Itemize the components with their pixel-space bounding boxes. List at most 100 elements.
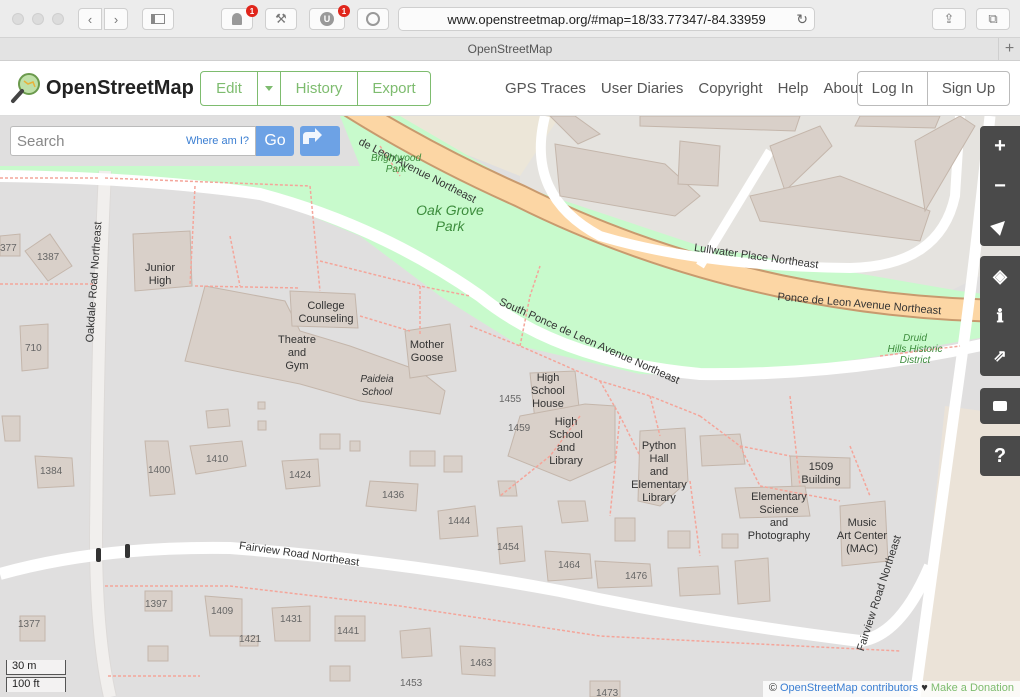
close-window-button[interactable]: [12, 13, 24, 25]
history-button[interactable]: History: [281, 72, 358, 105]
park-label-line: Oak Grove: [416, 202, 484, 218]
minimize-window-button[interactable]: [32, 13, 44, 25]
building-label: 1509 Building: [792, 461, 850, 487]
house-number: 1436: [382, 490, 405, 501]
house-number: 1454: [497, 542, 520, 553]
zoom-out-button[interactable]: −: [980, 166, 1020, 206]
browser-titlebar: ‹ › 1 ⚒ U 1 www.openstreetmap.org/#map=1…: [0, 0, 1020, 38]
map-labels: de Leon Avenue Northeast Ponce de Leon A…: [0, 116, 1020, 697]
house-number: 1409: [211, 606, 234, 617]
contributors-link[interactable]: OpenStreetMap contributors: [780, 682, 918, 694]
share-button[interactable]: ⇪: [932, 8, 966, 30]
edit-button-group: Edit History Export: [200, 71, 431, 106]
building-label: Python Hall and Elementary Library: [627, 440, 691, 505]
house-number: 1377: [18, 619, 41, 630]
district-label-line: Hills Historic: [887, 344, 943, 355]
caret-down-icon: [265, 86, 273, 91]
house-number: 1455: [499, 394, 522, 405]
extension-ublock-button[interactable]: U 1: [309, 5, 350, 30]
ghost-icon: [232, 13, 242, 25]
extension-info-button[interactable]: [357, 8, 389, 30]
export-button[interactable]: Export: [358, 72, 430, 105]
building-label-line: Python: [641, 440, 677, 452]
login-button[interactable]: Log In: [858, 72, 928, 105]
sidebar-toggle-button[interactable]: [142, 8, 174, 30]
edit-button[interactable]: Edit: [201, 72, 258, 105]
nav-gps-traces[interactable]: GPS Traces: [505, 80, 586, 97]
search-go-button[interactable]: Go: [256, 126, 294, 156]
house-number: 377: [0, 243, 17, 254]
building-label: Music Art Center (MAC): [830, 517, 894, 556]
building-label-line: Library: [642, 492, 676, 504]
edit-dropdown-button[interactable]: [258, 72, 281, 105]
url-text: www.openstreetmap.org/#map=18/33.77347/-…: [447, 11, 766, 27]
building-label: High School House: [525, 372, 571, 411]
building-label: Mother Goose: [402, 339, 452, 365]
map-canvas[interactable]: de Leon Avenue Northeast Ponce de Leon A…: [0, 116, 1020, 697]
street-label: Lullwater Place Northeast: [693, 242, 820, 272]
house-number: 1473: [596, 688, 619, 697]
building-label-line: Junior: [145, 262, 175, 274]
query-features-button[interactable]: ?: [980, 436, 1020, 476]
building-label-line: Science: [759, 504, 799, 516]
site-logo[interactable]: OpenStreetMap: [10, 72, 194, 104]
building-label-line: Library: [549, 455, 583, 467]
plus-icon: +: [1004, 40, 1015, 57]
layers-button[interactable]: ◈: [980, 256, 1020, 296]
add-note-button[interactable]: [980, 388, 1020, 424]
building-label-line: High: [536, 372, 560, 384]
building-label: Junior High: [135, 262, 185, 288]
building-label: Theatre and Gym: [272, 334, 322, 373]
building-label: College Counseling: [290, 300, 362, 326]
house-number: 1453: [400, 678, 423, 689]
park-label-line: Park: [435, 218, 465, 234]
extension-tools-button[interactable]: ⚒: [265, 8, 297, 30]
park-label-line: Park: [385, 164, 407, 175]
reload-icon[interactable]: ↻: [796, 11, 808, 28]
house-number: 1463: [470, 658, 493, 669]
nav-help[interactable]: Help: [778, 80, 809, 97]
ublock-icon: U: [320, 12, 334, 26]
signup-button[interactable]: Sign Up: [928, 72, 1009, 105]
forward-button[interactable]: ›: [104, 8, 128, 30]
house-number: 1444: [448, 516, 471, 527]
map-key-button[interactable]: ℹ: [980, 296, 1020, 336]
zoom-window-button[interactable]: [52, 13, 64, 25]
address-bar[interactable]: www.openstreetmap.org/#map=18/33.77347/-…: [398, 7, 815, 31]
park-label: Oak Grove Park: [410, 202, 490, 234]
share-map-button[interactable]: ⇗: [980, 336, 1020, 376]
back-button[interactable]: ‹: [78, 8, 102, 30]
house-number: 1384: [40, 466, 63, 477]
scale-imperial: 100 ft: [6, 677, 66, 692]
house-number: 1421: [239, 634, 262, 645]
donate-link[interactable]: Make a Donation: [931, 682, 1014, 694]
house-number: 1441: [337, 626, 360, 637]
nav-user-diaries[interactable]: User Diaries: [601, 80, 684, 97]
chevron-left-icon: ‹: [87, 11, 93, 27]
tabs-overview-button[interactable]: ⧉: [976, 8, 1010, 30]
street-label: Fairview Road Northeast: [238, 540, 360, 569]
extension-ghostery-button[interactable]: 1: [221, 5, 258, 30]
tabs-icon: ⧉: [988, 11, 998, 26]
building-label-line: Hall: [649, 453, 669, 465]
building-label-line: and: [649, 466, 669, 478]
new-tab-button[interactable]: +: [998, 38, 1020, 60]
building-label-line: Building: [801, 474, 841, 486]
house-number: 1459: [508, 423, 531, 434]
where-am-i-link[interactable]: Where am I?: [186, 135, 249, 147]
comment-icon: [993, 401, 1007, 411]
building-label-line: Gym: [285, 360, 309, 372]
geolocate-button[interactable]: [980, 206, 1020, 246]
building-label-line: School: [361, 387, 393, 398]
nav-copyright[interactable]: Copyright: [698, 80, 762, 97]
zoom-in-button[interactable]: +: [980, 126, 1020, 166]
attribution-prefix: ©: [768, 682, 780, 694]
directions-button[interactable]: [300, 126, 340, 156]
search-input[interactable]: Search Where am I?: [10, 126, 256, 156]
building-label-line: and: [556, 442, 576, 454]
park-label-line: Brightwood: [370, 153, 422, 164]
building-label-line: School: [549, 429, 583, 441]
tab-title[interactable]: OpenStreetMap: [468, 42, 553, 56]
osm-magnifier-icon: [11, 73, 40, 103]
tools-icon: ⚒: [275, 11, 287, 26]
